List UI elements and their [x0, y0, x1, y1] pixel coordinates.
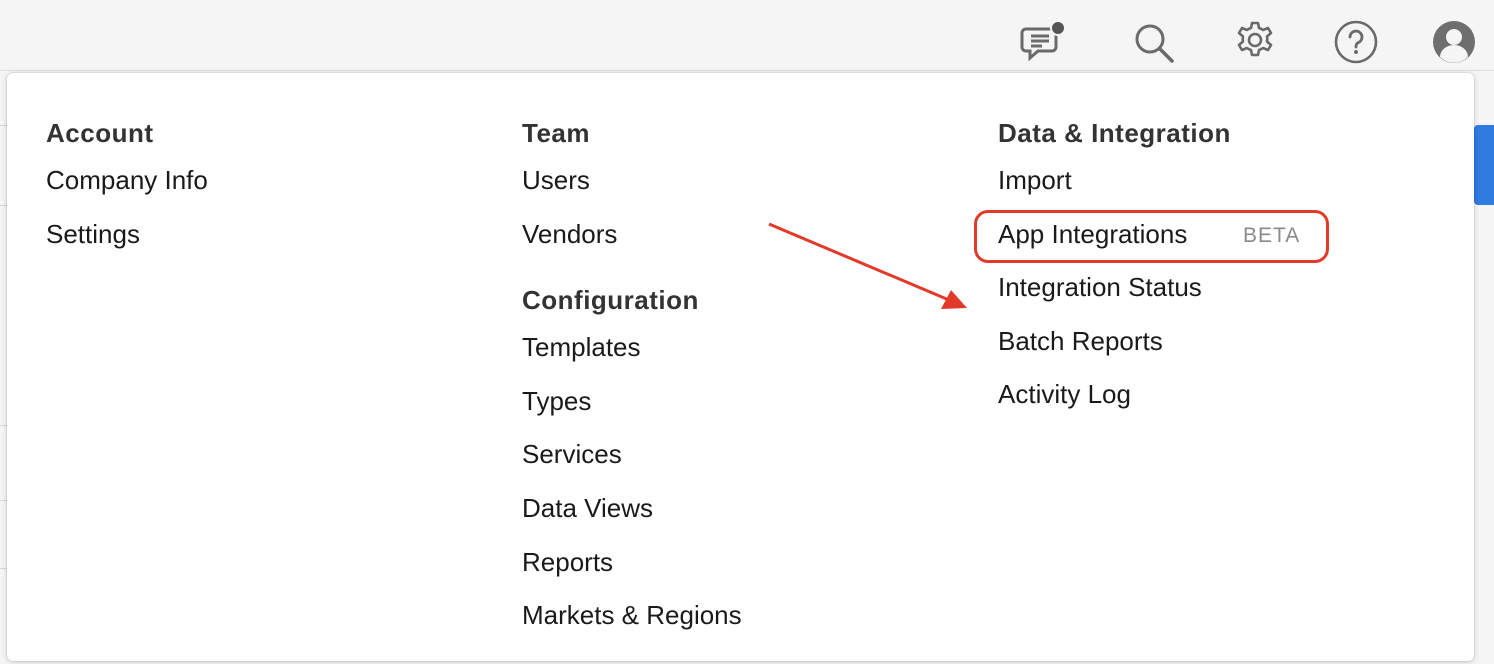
- menu-item-reports[interactable]: Reports: [522, 547, 613, 577]
- section-heading-data-integration: Data & Integration: [998, 118, 1231, 148]
- help-icon[interactable]: [1333, 19, 1379, 65]
- settings-dropdown-menu: Account Company Info Settings Team Users…: [7, 73, 1474, 661]
- section-heading-team: Team: [522, 118, 590, 148]
- menu-item-types[interactable]: Types: [522, 386, 591, 416]
- search-icon[interactable]: [1130, 19, 1176, 65]
- menu-item-services[interactable]: Services: [522, 439, 622, 469]
- menu-item-batch-reports[interactable]: Batch Reports: [998, 326, 1163, 356]
- section-heading-account: Account: [46, 118, 154, 148]
- annotation-highlight-box: [974, 210, 1329, 263]
- menu-item-integration-status[interactable]: Integration Status: [998, 272, 1202, 302]
- menu-item-import[interactable]: Import: [998, 165, 1072, 195]
- menu-item-vendors[interactable]: Vendors: [522, 219, 617, 249]
- annotation-arrow: [768, 222, 967, 309]
- menu-item-users[interactable]: Users: [522, 165, 590, 195]
- gear-icon[interactable]: [1232, 19, 1278, 65]
- menu-item-markets-regions[interactable]: Markets & Regions: [522, 600, 742, 630]
- top-bar: [0, 0, 1494, 71]
- menu-item-data-views[interactable]: Data Views: [522, 493, 653, 523]
- menu-item-settings[interactable]: Settings: [46, 219, 140, 249]
- user-avatar-icon[interactable]: [1431, 19, 1477, 65]
- chat-notification-icon[interactable]: [1020, 19, 1066, 65]
- section-heading-configuration: Configuration: [522, 285, 699, 315]
- menu-item-company-info[interactable]: Company Info: [46, 165, 208, 195]
- background-primary-button: [1474, 125, 1494, 205]
- menu-item-activity-log[interactable]: Activity Log: [998, 379, 1131, 409]
- menu-item-templates[interactable]: Templates: [522, 332, 641, 362]
